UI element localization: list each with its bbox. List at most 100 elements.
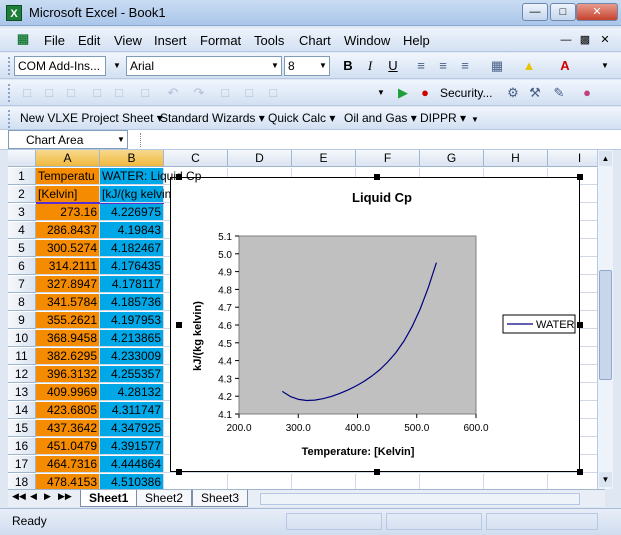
row-header[interactable]: 15 [8,420,36,437]
font-color-icon[interactable]: A [556,57,574,75]
tab-next-icon[interactable]: ▶ [44,491,51,502]
column-header[interactable]: D [228,150,292,167]
redo-icon[interactable]: ↷ [190,84,208,102]
grid-cell[interactable]: 4.197953 [100,312,164,329]
menu-tools[interactable]: Tools [254,33,284,48]
tab-last-icon[interactable]: ▶▶ [58,491,72,502]
grid-cell[interactable]: 4.226975 [100,204,164,221]
grid-cell[interactable]: 423.6805 [36,402,100,419]
grid-cell[interactable]: 4.233009 [100,348,164,365]
resize-handle[interactable] [577,322,583,328]
menu-view[interactable]: View [114,33,142,48]
vlxe-oil-gas-menu[interactable]: Oil and Gas ▾ [344,111,417,125]
scroll-thumb[interactable] [599,270,612,380]
maximize-button[interactable]: □ [550,3,576,21]
vlxe-dippr-menu[interactable]: DIPPR ▾ [420,111,466,125]
column-header[interactable]: H [484,150,548,167]
undo-icon[interactable]: ↶ [164,84,182,102]
grid-cell[interactable]: 300.5274 [36,240,100,257]
new-icon[interactable]: □ [18,84,36,102]
tab-sheet3[interactable]: Sheet3 [192,490,249,507]
chart-wizard-icon[interactable]: □ [240,84,258,102]
close-button[interactable]: ✕ [576,3,618,21]
row-header[interactable]: 3 [8,204,36,221]
grid-cell[interactable]: [kJ/(kg kelvin [100,186,171,203]
align-right-icon[interactable]: ≡ [456,57,474,75]
font-name-select[interactable]: Arial ▼ [126,56,282,76]
align-left-icon[interactable]: ≡ [412,57,430,75]
horizontal-scrollbar[interactable] [260,493,580,505]
toolbar-grip[interactable] [8,110,12,128]
row-header[interactable]: 14 [8,402,36,419]
tab-prev-icon[interactable]: ◀ [30,491,37,502]
row-header[interactable]: 1 [8,168,36,185]
menu-format[interactable]: Format [200,33,241,48]
grid-cell[interactable]: 396.3132 [36,366,100,383]
align-center-icon[interactable]: ≡ [434,57,452,75]
vertical-scrollbar[interactable]: ▲ ▼ [597,150,613,489]
toolbar-grip[interactable] [8,84,12,102]
tab-sheet2[interactable]: Sheet2 [136,490,193,507]
save-icon[interactable]: □ [62,84,80,102]
grid-cell[interactable]: 464.7316 [36,456,100,473]
underline-icon[interactable]: U [384,57,402,75]
scroll-down-icon[interactable]: ▼ [599,472,612,487]
toolbar-options-icon[interactable]: ▼ [372,84,390,102]
resize-handle[interactable] [374,469,380,475]
grid-cell[interactable]: 341.5784 [36,294,100,311]
fill-color-icon[interactable]: ▲ [520,57,538,75]
open-icon[interactable]: □ [40,84,58,102]
doc-minimize-icon[interactable]: — [557,31,575,49]
grid-cell[interactable] [164,474,228,489]
grid-cell[interactable]: 4.510386 [100,474,164,489]
grid-cell[interactable]: [Kelvin] [36,186,100,203]
tab-sheet1[interactable]: Sheet1 [80,490,138,507]
menu-chart[interactable]: Chart [299,33,331,48]
grid-cell[interactable]: WATER: Liquid Cp [100,168,201,185]
toolbar-options-icon[interactable]: ▼ [108,57,126,75]
menu-edit[interactable]: Edit [78,33,100,48]
row-header[interactable]: 4 [8,222,36,239]
menu-insert[interactable]: Insert [154,33,187,48]
paste-icon[interactable]: □ [136,84,154,102]
column-header[interactable]: A [36,150,100,167]
grid-cell[interactable]: 4.176435 [100,258,164,275]
visual-basic-icon[interactable]: ⚙ [504,84,522,102]
grid-cell[interactable]: 314.2111 [36,258,100,275]
grid-cell[interactable] [292,474,356,489]
grid-cell[interactable]: 478.4153 [36,474,100,489]
borders-icon[interactable]: ▦ [488,57,506,75]
plot-area[interactable] [238,235,477,415]
toolbar-options-icon[interactable]: ▼ [596,57,614,75]
grid-cell[interactable]: 4.347925 [100,420,164,437]
vlxe-quick-calc-menu[interactable]: Quick Calc ▾ [268,111,335,125]
grid-cell[interactable]: 4.444864 [100,456,164,473]
column-header[interactable]: E [292,150,356,167]
resize-handle[interactable] [374,174,380,180]
run-icon[interactable]: ▶ [394,84,412,102]
font-size-select[interactable]: 8 ▼ [284,56,330,76]
grid-cell[interactable]: 409.9969 [36,384,100,401]
chevron-down-icon[interactable]: ▼ [269,57,281,75]
italic-icon[interactable]: I [361,57,379,75]
grid-cell[interactable] [228,474,292,489]
column-header[interactable]: B [100,150,164,167]
column-header[interactable]: C [164,150,228,167]
drawing-icon[interactable]: □ [264,84,282,102]
menu-window[interactable]: Window [344,33,390,48]
grid-cell[interactable]: 368.9458 [36,330,100,347]
grid-cell[interactable] [356,474,420,489]
minimize-button[interactable]: — [522,3,548,21]
grid-cell[interactable]: 4.391577 [100,438,164,455]
toolbar-options-icon[interactable]: ▼ [466,111,484,129]
grid-cell[interactable]: 437.3642 [36,420,100,437]
menu-help[interactable]: Help [403,33,430,48]
name-box[interactable]: Chart Area ▼ [8,130,128,149]
row-header[interactable]: 8 [8,294,36,311]
copy-icon[interactable]: □ [110,84,128,102]
com-addins-button[interactable]: COM Add-Ins... [14,56,106,76]
grid-cell[interactable]: 286.8437 [36,222,100,239]
doc-close-icon[interactable]: ✕ [596,31,614,49]
chevron-down-icon[interactable]: ▼ [317,57,329,75]
grid-cell[interactable] [484,474,548,489]
